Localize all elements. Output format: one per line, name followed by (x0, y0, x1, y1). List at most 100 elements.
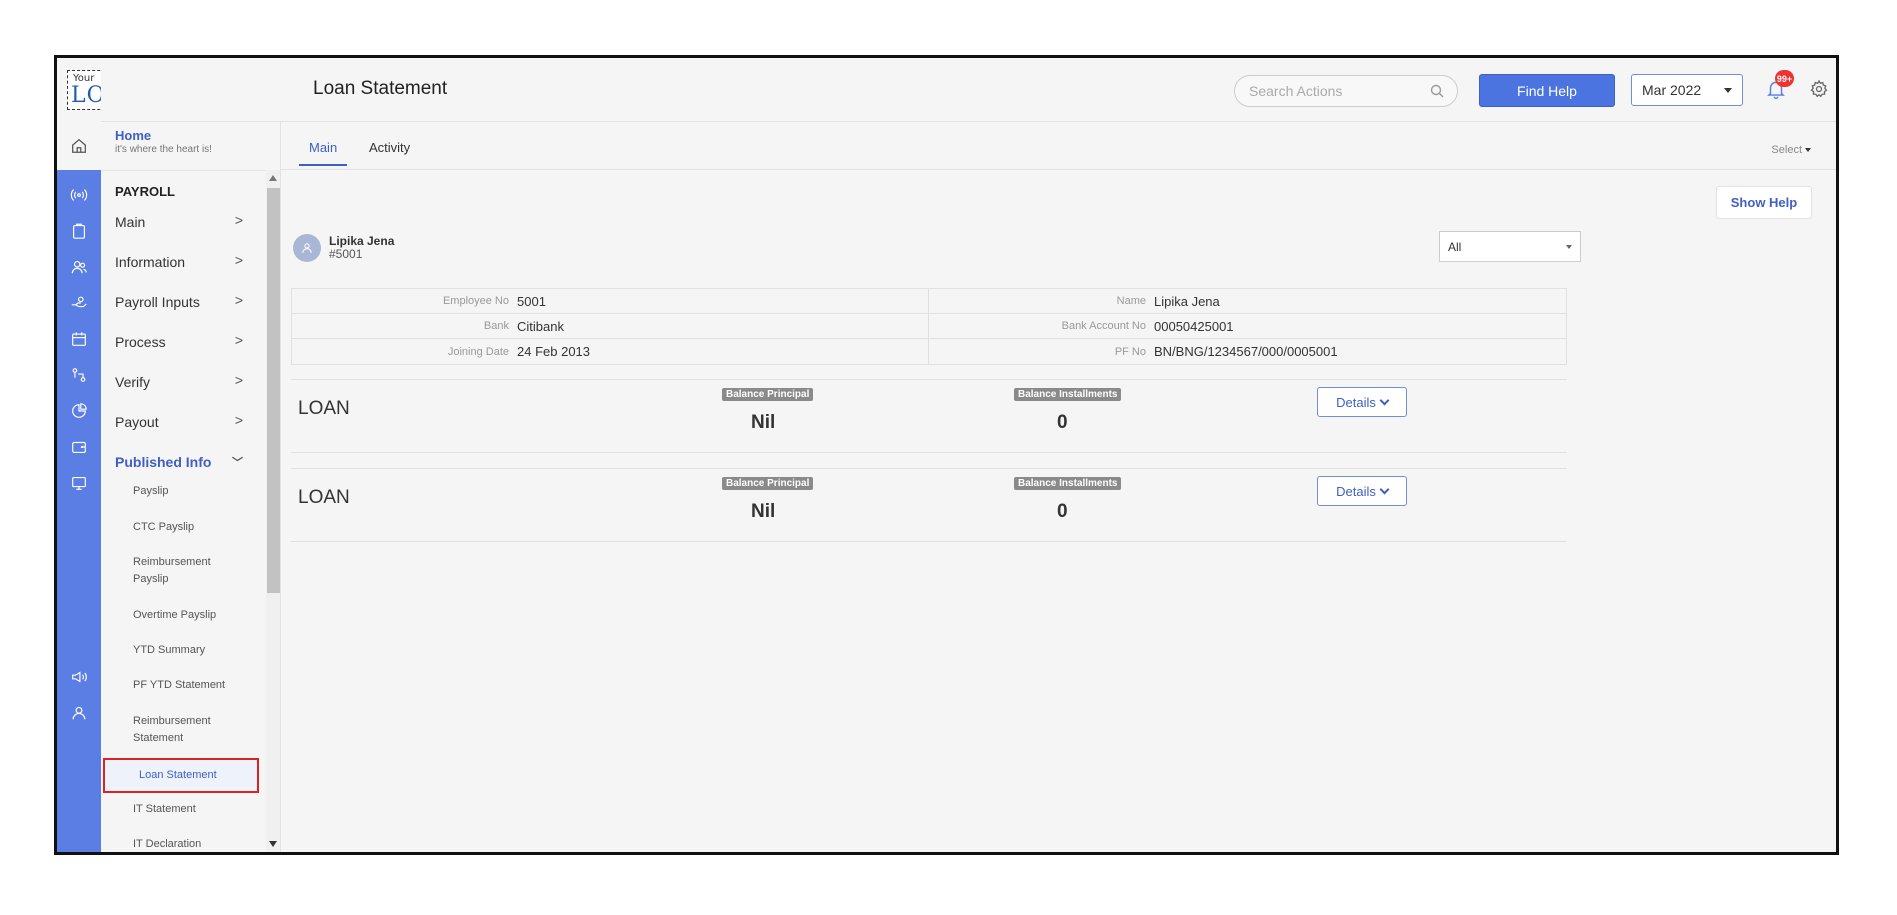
bank-account-label: Bank Account No (1061, 320, 1146, 332)
sidebar-item-main[interactable]: Main > (115, 210, 243, 234)
info-row: Employee No 5001 Name Lipika Jena (292, 289, 1566, 314)
balance-installments-label: Balance Installments (1014, 477, 1122, 490)
notification-badge: 99+ (1775, 70, 1794, 87)
sidebar-subitem-payslip[interactable]: Payslip (123, 480, 253, 503)
chevron-right-icon: > (234, 412, 243, 428)
notifications-bell[interactable]: 99+ (1763, 70, 1794, 102)
chevron-right-icon: > (234, 212, 243, 228)
caret-down-icon (1566, 245, 1572, 249)
pf-no-label: PF No (1114, 345, 1146, 358)
app-window: Your LOGOhere Loan Statement Find Help M… (54, 55, 1839, 855)
employee-info-table: Employee No 5001 Name Lipika Jena Bank Citi… (291, 288, 1567, 365)
sidebar-subitem-overtime-payslip[interactable]: Overtime Payslip (123, 604, 253, 627)
sidebar-item-payout[interactable]: Payout > (115, 410, 243, 434)
bank-account-value: 00050425001 (1154, 318, 1234, 334)
loan-title: LOAN (298, 487, 350, 508)
caret-down-icon (1724, 88, 1732, 93)
top-header: Loan Statement Find Help Mar 2022 99+ (101, 58, 1836, 122)
sidebar-subitem-ctc-payslip[interactable]: CTC Payslip (123, 516, 253, 539)
scroll-down-arrow-icon[interactable] (269, 841, 277, 847)
user-icon[interactable] (68, 702, 90, 724)
sidebar-subitem-reimbursement-statement[interactable]: Reimbursement Statement (123, 710, 253, 750)
sidebar-subitem-loan-statement[interactable]: Loan Statement (103, 758, 259, 793)
scroll-up-arrow-icon[interactable] (269, 175, 277, 181)
sidebar-item-process[interactable]: Process > (115, 330, 243, 354)
balance-installments-label: Balance Installments (1014, 388, 1122, 401)
bank-value: Citibank (517, 318, 564, 334)
flow-icon[interactable] (68, 364, 90, 386)
home-title: Home (115, 128, 152, 143)
broadcast-icon[interactable] (68, 184, 90, 206)
pie-chart-icon[interactable] (68, 400, 90, 422)
chevron-right-icon: > (234, 252, 243, 268)
filter-select-value: All (1448, 239, 1462, 254)
joining-date-label: Joining Date (447, 345, 509, 358)
employee-header: Lipika Jena #5001 (293, 234, 394, 262)
chevron-right-icon: > (234, 372, 243, 388)
sidebar: Home it's where the heart is! PAYROLL Ma… (101, 122, 281, 852)
search-icon[interactable] (1429, 83, 1445, 99)
pf-no-value: BN/BNG/1234567/000/0005001 (1154, 344, 1338, 359)
balance-principal-label: Balance Principal (722, 477, 814, 490)
sidebar-item-verify[interactable]: Verify > (115, 370, 243, 394)
search-box[interactable] (1234, 75, 1458, 107)
bank-label: Bank (483, 320, 509, 332)
search-input[interactable] (1235, 76, 1415, 106)
chevron-down-icon: ﹀ (232, 457, 243, 469)
employee-no-label: Employee No (442, 295, 509, 307)
chevron-down-icon (1379, 395, 1390, 405)
page-title: Loan Statement (313, 78, 448, 99)
icon-rail (57, 58, 101, 852)
home-subtitle: it's where the heart is! (115, 144, 212, 155)
sidebar-subitem-reimbursement-payslip[interactable]: Reimbursement Payslip (123, 551, 253, 591)
info-row: Joining Date 24 Feb 2013 PF No BN/BNG/1234… (292, 339, 1566, 364)
details-button[interactable]: Details (1317, 476, 1407, 506)
name-value: Lipika Jena (1154, 293, 1220, 309)
balance-principal-value: Nil (751, 501, 776, 522)
loan-title: LOAN (298, 398, 350, 419)
sidebar-home[interactable]: Home it's where the heart is! (115, 128, 212, 155)
calendar-icon[interactable] (68, 328, 90, 350)
caret-down-icon (1805, 148, 1811, 153)
megaphone-icon[interactable] (68, 666, 90, 688)
payroll-hand-icon[interactable] (68, 292, 90, 314)
settings-gear[interactable] (1806, 76, 1832, 102)
balance-installments-value: 0 (1057, 412, 1068, 433)
sidebar-subitem-pf-ytd-statement[interactable]: PF YTD Statement (123, 674, 253, 697)
month-select[interactable]: Mar 2022 (1631, 74, 1743, 106)
sidebar-subitem-it-statement[interactable]: IT Statement (123, 798, 253, 821)
tab-main[interactable]: Main (299, 140, 348, 166)
wallet-icon[interactable] (68, 436, 90, 458)
sidebar-menu: PAYROLL Main > Information > Payroll Input… (101, 170, 266, 852)
people-icon[interactable] (68, 256, 90, 278)
home-icon[interactable] (68, 135, 90, 157)
name-label: Name (1116, 295, 1146, 307)
filter-select[interactable]: All (1439, 231, 1581, 262)
sidebar-scrollbar[interactable] (266, 170, 280, 852)
sidebar-item-payroll-inputs[interactable]: Payroll Inputs > (115, 290, 243, 314)
balance-principal-value: Nil (751, 412, 776, 433)
loan-card: LOAN Balance Principal Nil Balance Insta… (291, 468, 1567, 542)
employee-id: #5001 (329, 247, 363, 261)
chevron-right-icon: > (234, 332, 243, 348)
main-content: Main Activity Select Show Help Lipika Je… (281, 122, 1836, 852)
balance-installments-value: 0 (1057, 501, 1068, 522)
chevron-down-icon (1379, 484, 1390, 494)
tab-activity[interactable]: Activity (369, 140, 410, 164)
month-select-value: Mar 2022 (1642, 82, 1702, 98)
show-help-button[interactable]: Show Help (1716, 186, 1812, 219)
details-button[interactable]: Details (1317, 387, 1407, 417)
clipboard-icon[interactable] (68, 220, 90, 242)
chevron-right-icon: > (234, 292, 243, 308)
tab-bar: Main Activity Select (281, 122, 1836, 170)
select-dropdown[interactable]: Select (1771, 144, 1811, 156)
avatar (293, 234, 321, 262)
find-help-button[interactable]: Find Help (1479, 74, 1615, 107)
sidebar-subitem-it-declaration[interactable]: IT Declaration (123, 833, 253, 852)
sidebar-item-information[interactable]: Information > (115, 250, 243, 274)
sidebar-item-published-info[interactable]: Published Info ﹀ (115, 450, 243, 474)
monitor-icon[interactable] (68, 472, 90, 494)
gear-icon (1810, 79, 1828, 98)
scrollbar-thumb[interactable] (267, 188, 280, 593)
sidebar-subitem-ytd-summary[interactable]: YTD Summary (123, 639, 253, 662)
